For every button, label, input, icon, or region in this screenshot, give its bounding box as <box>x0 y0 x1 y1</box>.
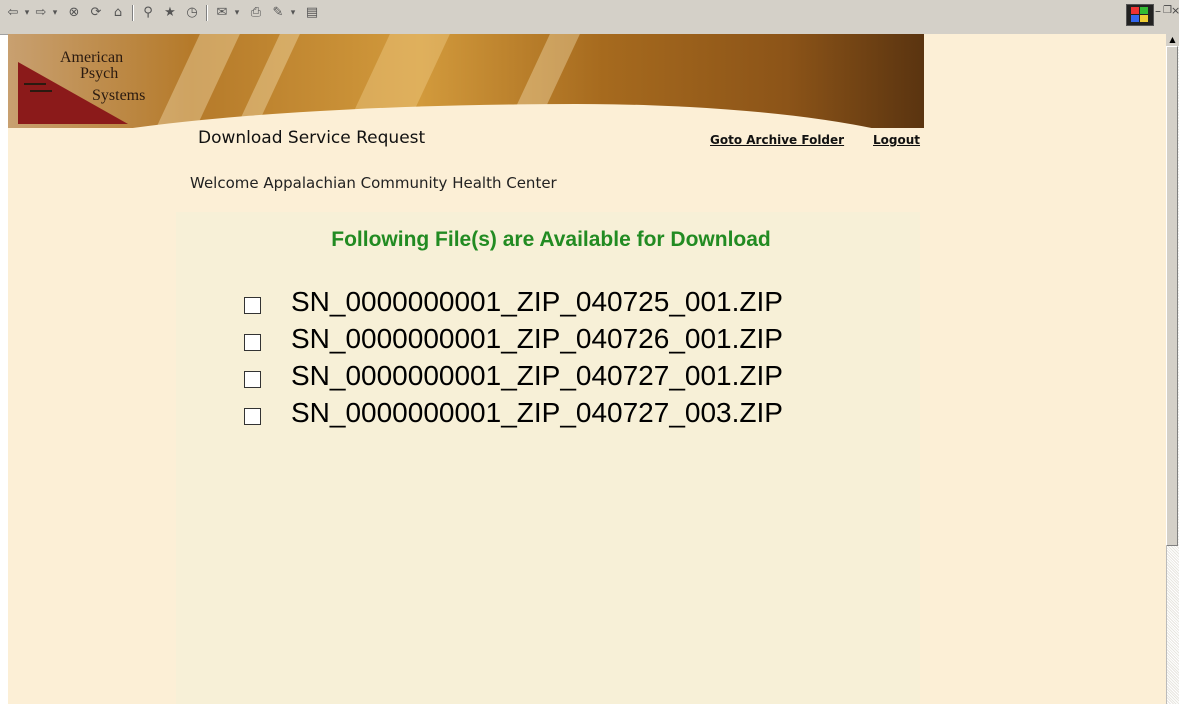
scrollbar-thumb[interactable] <box>1166 46 1178 546</box>
header-banner <box>8 34 924 128</box>
print-icon[interactable]: ⎙ <box>246 4 266 22</box>
file-checkbox[interactable] <box>244 371 261 388</box>
logo-line-3: Systems <box>92 87 146 104</box>
scroll-up-arrow-icon[interactable]: ▲ <box>1166 34 1179 46</box>
forward-icon[interactable]: ⇨ <box>32 4 50 22</box>
back-icon[interactable]: ⇦ <box>4 4 22 22</box>
file-checkbox[interactable] <box>244 408 261 425</box>
favorites-icon[interactable]: ★ <box>160 4 180 22</box>
toolbar-separator <box>132 5 134 21</box>
edit-icon[interactable]: ✎ <box>268 4 288 22</box>
logo-line-2: Psych <box>80 65 119 82</box>
home-icon[interactable]: ⌂ <box>108 4 128 22</box>
toolbar-separator <box>206 5 208 21</box>
mail-dropdown-icon[interactable]: ▾ <box>232 4 242 22</box>
back-dropdown-icon[interactable]: ▾ <box>22 4 32 22</box>
browser-toolbar: ⇦ ▾ ⇨ ▾ ⊗ ⟳ ⌂ ⚲ ★ ◷ ✉ ▾ ⎙ ✎ ▾ ▤ – ❐ × <box>0 0 1179 35</box>
edit-dropdown-icon[interactable]: ▾ <box>288 4 298 22</box>
file-checkbox[interactable] <box>244 297 261 314</box>
discuss-icon[interactable]: ▤ <box>302 4 322 22</box>
windows-flag-icon <box>1126 4 1154 26</box>
mail-icon[interactable]: ✉ <box>212 4 232 22</box>
refresh-icon[interactable]: ⟳ <box>86 4 106 22</box>
file-name: SN_0000000001_ZIP_040725_001.ZIP <box>291 286 783 317</box>
file-name: SN_0000000001_ZIP_040726_001.ZIP <box>291 323 783 354</box>
search-icon[interactable]: ⚲ <box>138 4 158 22</box>
forward-dropdown-icon[interactable]: ▾ <box>50 4 60 22</box>
panel-heading: Following File(s) are Available for Down… <box>331 228 771 251</box>
history-icon[interactable]: ◷ <box>182 4 202 22</box>
logo-line-1: American <box>60 49 124 66</box>
welcome-message: Welcome Appalachian Community Health Cen… <box>190 174 557 192</box>
banner-curve <box>8 104 924 128</box>
minimize-icon[interactable]: – <box>1155 3 1161 19</box>
file-checkbox[interactable] <box>244 334 261 351</box>
download-panel: Following File(s) are Available for Down… <box>176 212 920 704</box>
logout-link[interactable]: Logout <box>873 133 920 147</box>
file-name: SN_0000000001_ZIP_040727_001.ZIP <box>291 360 783 391</box>
stop-icon[interactable]: ⊗ <box>64 4 84 22</box>
close-icon[interactable]: × <box>1171 3 1179 19</box>
archive-folder-link[interactable]: Goto Archive Folder <box>710 133 844 147</box>
page-title: Download Service Request <box>198 128 426 148</box>
file-name: SN_0000000001_ZIP_040727_003.ZIP <box>291 397 783 428</box>
